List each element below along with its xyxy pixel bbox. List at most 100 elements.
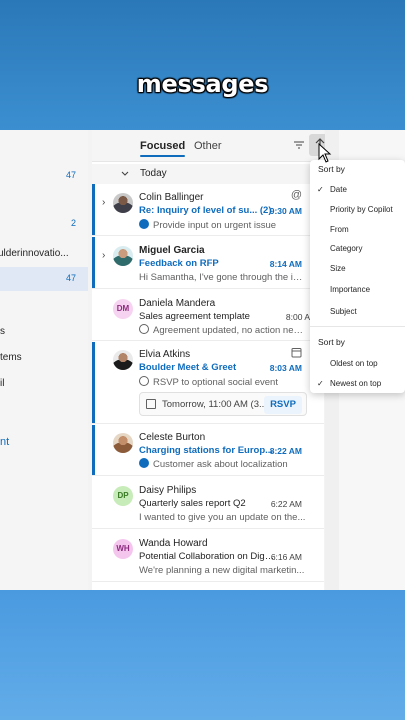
chevron-down-icon: [121, 171, 129, 176]
sort-menu: Sort by ✓ Date Priority by Copilot From …: [310, 160, 405, 393]
event-time: Tomorrow, 11:00 AM (3...: [162, 399, 267, 410]
mouse-cursor-icon: [318, 143, 332, 163]
avatar: DP: [113, 486, 133, 506]
message-subject: Boulder Meet & Greet: [139, 362, 237, 373]
add-account-link[interactable]: nt: [0, 432, 88, 452]
message-subject: Potential Collaboration on Digit...: [139, 551, 275, 562]
message-preview: I wanted to give you an update on the...: [139, 512, 307, 523]
filter-icon[interactable]: [292, 138, 306, 152]
message-item[interactable]: Celeste Burton Charging stations for Eur…: [92, 425, 324, 476]
folder-item-sent[interactable]: s: [0, 322, 88, 342]
message-preview: RSVP to optional social event: [139, 376, 307, 388]
bottom-video-band: [0, 590, 405, 720]
message-sender: Miguel Garcia: [139, 245, 205, 256]
message-item[interactable]: DP Daisy Philips Quarterly sales report …: [92, 477, 324, 529]
sort-option-size[interactable]: Size: [330, 264, 346, 273]
avatar: [113, 246, 133, 266]
message-preview: Customer ask about localization: [139, 458, 307, 470]
video-caption: messages: [136, 70, 269, 98]
list-header: Focused Other: [92, 130, 331, 162]
chevron-right-icon[interactable]: ›: [102, 197, 105, 208]
message-subject: Charging stations for Europ...: [139, 445, 274, 456]
folder-item-inbox[interactable]: 47: [0, 166, 88, 186]
mention-icon: @: [290, 189, 302, 201]
link-label: nt: [0, 436, 10, 448]
folder-item-junk[interactable]: il: [0, 374, 88, 394]
event-chip: Tomorrow, 11:00 AM (3... RSVP: [139, 392, 307, 416]
message-item[interactable]: WH Wanda Howard Potential Collaboration …: [92, 530, 324, 582]
avatar: DM: [113, 299, 133, 319]
copilot-info-icon: [139, 219, 149, 229]
preview-text: Agreement updated, no action needed: [153, 325, 307, 336]
avatar: [113, 433, 133, 453]
preview-text: RSVP to optional social event: [153, 377, 278, 388]
message-time: 8:14 AM: [269, 259, 302, 269]
folder-label: s: [0, 326, 5, 337]
calendar-icon: [146, 399, 156, 409]
check-circle-icon: [139, 324, 149, 334]
preview-text: I wanted to give you an update on the...: [139, 512, 306, 523]
sort-option-subject[interactable]: Subject: [330, 307, 357, 316]
preview-text: We're planning a new digital marketin...: [139, 565, 305, 576]
message-sender: Wanda Howard: [139, 538, 208, 549]
message-subject: Quarterly sales report Q2: [139, 498, 246, 509]
folder-item-inbox-selected[interactable]: 47: [0, 267, 88, 291]
sort-by-heading: Sort by: [318, 164, 345, 174]
message-item[interactable]: › Miguel Garcia Feedback on RFP 8:14 AM …: [92, 237, 324, 289]
rsvp-button[interactable]: RSVP: [264, 396, 302, 414]
folder-item-deleted[interactable]: tems: [0, 348, 88, 368]
message-time: 8:00 A: [285, 312, 310, 322]
tab-other[interactable]: Other: [194, 140, 222, 152]
message-sender: Daniela Mandera: [139, 298, 216, 309]
preview-text: Hi Samantha, I've gone through the ini..…: [139, 272, 307, 283]
message-time: 8:22 AM: [269, 446, 302, 456]
message-time: 6:16 AM: [270, 552, 302, 562]
message-subject: Sales agreement template: [139, 311, 250, 322]
preview-text: Provide input on urgent issue: [153, 220, 277, 231]
checkmark-icon: ✓: [317, 379, 324, 388]
sort-option-from[interactable]: From: [330, 225, 349, 234]
tab-focused[interactable]: Focused: [140, 140, 186, 157]
sort-option-importance[interactable]: Importance: [330, 285, 370, 294]
menu-divider: [310, 326, 405, 327]
clock-icon: [139, 376, 149, 386]
avatar: [113, 350, 133, 370]
folder-pane: 47 2 ulderinnovatio... 47 s tems il nt: [0, 130, 88, 590]
folder-item-drafts[interactable]: 2: [0, 214, 88, 234]
message-sender: Elvia Atkins: [139, 349, 191, 360]
sort-option-category[interactable]: Category: [330, 244, 362, 253]
message-time: 6:22 AM: [270, 499, 302, 509]
message-sender: Colin Ballinger: [139, 192, 204, 203]
folder-label: tems: [0, 352, 22, 363]
message-sender: Daisy Philips: [139, 485, 197, 496]
message-preview: We're planning a new digital marketin...: [139, 565, 307, 576]
chevron-right-icon[interactable]: ›: [102, 250, 105, 261]
message-item[interactable]: Elvia Atkins Boulder Meet & Greet 8:03 A…: [92, 342, 324, 424]
order-option-oldest[interactable]: Oldest on top: [330, 359, 378, 368]
message-preview: Hi Samantha, I've gone through the ini..…: [139, 272, 307, 283]
preview-text: Customer ask about localization: [153, 459, 288, 470]
sort-option-priority[interactable]: Priority by Copilot: [330, 205, 393, 214]
checkmark-icon: ✓: [317, 185, 324, 194]
message-subject: Re: Inquiry of level of su... (2): [139, 205, 272, 216]
message-item[interactable]: DM Daniela Mandera Sales agreement templ…: [92, 290, 324, 341]
message-item[interactable]: › Colin Ballinger @ Re: Inquiry of level…: [92, 184, 324, 236]
message-sender: Celeste Burton: [139, 432, 206, 443]
folder-item-account[interactable]: ulderinnovatio...: [0, 244, 88, 264]
order-heading: Sort by: [318, 337, 345, 347]
sort-option-date[interactable]: Date: [330, 185, 347, 194]
message-preview: Agreement updated, no action needed: [139, 324, 307, 336]
day-group-label: Today: [140, 168, 167, 179]
message-time: 8:03 AM: [269, 363, 302, 373]
folder-label: il: [0, 378, 5, 389]
calendar-icon: [291, 348, 302, 358]
day-group-header[interactable]: Today: [92, 164, 324, 184]
unread-count: 47: [65, 170, 76, 180]
order-option-newest[interactable]: Newest on top: [330, 379, 381, 388]
avatar: WH: [113, 539, 133, 559]
unread-count: 2: [70, 218, 76, 228]
message-subject: Feedback on RFP: [139, 258, 219, 269]
account-label: ulderinnovatio...: [0, 248, 69, 259]
copilot-info-icon: [139, 458, 149, 468]
unread-count: 47: [65, 273, 76, 283]
